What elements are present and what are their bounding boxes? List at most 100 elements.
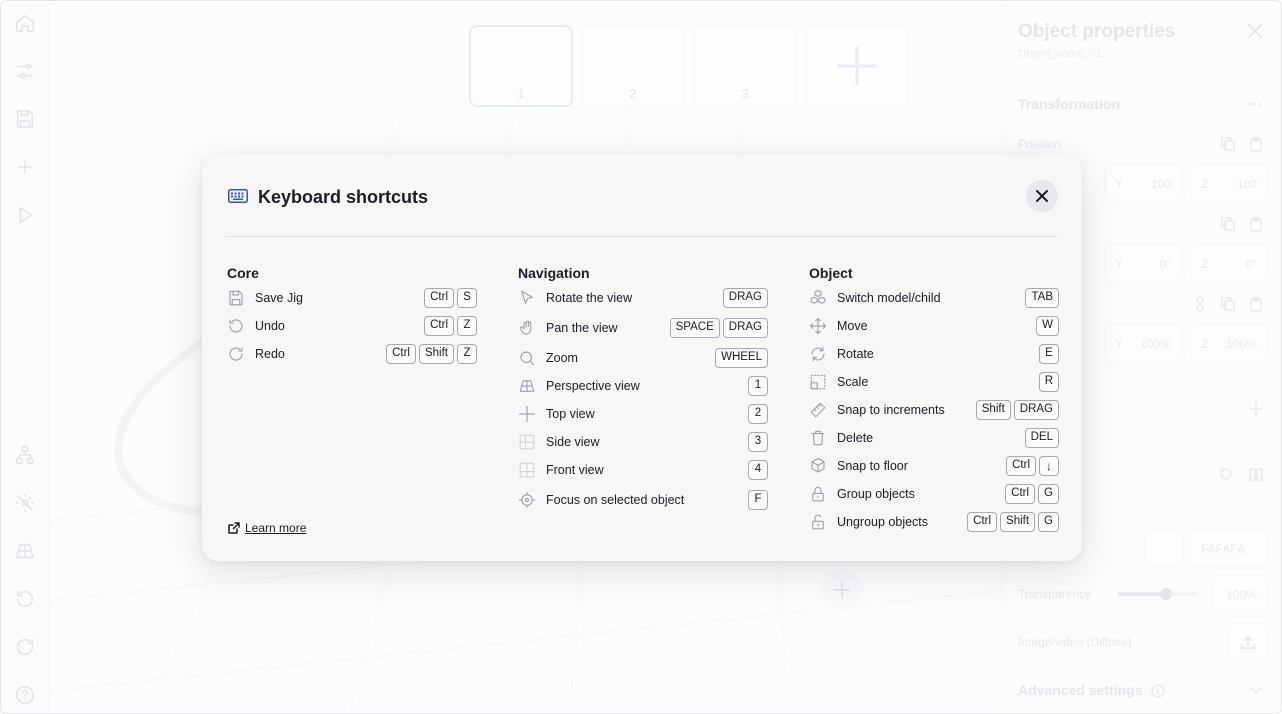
ruler-icon <box>809 401 827 419</box>
shortcut-row: Zoom WHEEL <box>518 347 768 369</box>
shortcut-label: Snap to increments <box>837 403 945 417</box>
key-cap: Z <box>457 316 477 336</box>
shortcut-label: Side view <box>546 435 600 449</box>
key-cap: ↓ <box>1039 456 1059 476</box>
key-combo: 2 <box>748 404 768 424</box>
save-icon <box>227 289 245 307</box>
column-title: Object <box>809 265 853 281</box>
shortcut-row: Rotate the view DRAG <box>518 287 768 309</box>
key-cap: Ctrl <box>386 344 416 364</box>
key-combo: R <box>1038 372 1059 392</box>
shortcut-label: Redo <box>255 347 285 361</box>
shortcut-label: Pan the view <box>546 321 618 335</box>
shortcut-row: Rotate E <box>809 343 1059 365</box>
shortcut-row: Snap to increments Shift DRAG <box>809 399 1059 421</box>
shortcut-label: Perspective view <box>546 379 640 393</box>
key-combo: TAB <box>1025 288 1059 308</box>
key-cap: W <box>1036 316 1059 336</box>
redo-icon <box>227 345 245 363</box>
close-icon <box>1036 190 1048 202</box>
top-view-icon <box>518 405 536 423</box>
key-cap: Ctrl <box>1005 484 1036 504</box>
learn-more-text: Learn more <box>245 521 307 535</box>
key-cap: TAB <box>1025 288 1059 308</box>
keyboard-shortcuts-dialog: Keyboard shortcuts Core Save Jig Ctrl S … <box>202 155 1082 561</box>
shortcut-row: Save Jig Ctrl S <box>227 287 477 309</box>
focus-icon <box>518 491 536 509</box>
keyboard-icon <box>228 189 248 203</box>
dialog-divider <box>226 236 1058 237</box>
key-combo: Ctrl ↓ <box>1006 456 1059 476</box>
key-cap: DRAG <box>722 288 768 308</box>
core-column: Core Save Jig Ctrl S Undo Ctrl Z Redo Ct… <box>227 265 477 364</box>
scale-icon <box>809 373 827 391</box>
key-combo: 4 <box>748 460 768 480</box>
shortcut-label: Zoom <box>546 351 578 365</box>
key-cap: DEL <box>1024 428 1059 448</box>
key-cap: Ctrl <box>424 288 454 308</box>
column-title: Navigation <box>518 265 590 281</box>
front-view-icon <box>518 461 536 479</box>
magnifier-icon <box>518 349 536 367</box>
shortcut-row: Ungroup objects Ctrl Shift G <box>809 511 1059 533</box>
key-cap: Ctrl <box>424 316 454 336</box>
move-icon <box>809 317 827 335</box>
key-combo: 1 <box>748 376 768 396</box>
shortcut-label: Snap to floor <box>837 459 908 473</box>
hand-icon <box>518 319 536 337</box>
key-combo: E <box>1039 344 1059 364</box>
key-combo: DEL <box>1024 428 1059 448</box>
dialog-title: Keyboard shortcuts <box>258 187 429 207</box>
key-cap: G <box>1038 484 1059 504</box>
side-view-icon <box>518 433 536 451</box>
key-cap: G <box>1038 512 1059 532</box>
shortcut-label: Undo <box>255 319 285 333</box>
key-combo: F <box>748 490 768 510</box>
key-combo: Ctrl S <box>424 288 477 308</box>
trash-icon <box>809 429 827 447</box>
shortcut-label: Scale <box>837 375 869 389</box>
key-combo: SPACE DRAG <box>669 318 768 338</box>
shortcut-label: Rotate <box>837 347 874 361</box>
object-column: Object Switch model/child TAB Move W Rot… <box>809 265 1059 532</box>
unlock-icon <box>809 513 827 531</box>
key-cap: Ctrl <box>1006 456 1036 476</box>
key-cap: Shift <box>418 344 454 364</box>
dialog-close-button[interactable] <box>1026 180 1058 212</box>
key-combo: DRAG <box>722 288 768 308</box>
shortcut-label: Rotate the view <box>546 291 633 305</box>
key-combo: Ctrl Z <box>424 316 477 336</box>
key-cap: E <box>1039 344 1059 364</box>
key-combo: Ctrl Shift Z <box>386 344 477 364</box>
shortcut-label: Switch model/child <box>837 291 941 305</box>
shortcut-label: Move <box>837 319 868 333</box>
shortcut-label: Ungroup objects <box>837 515 929 529</box>
learn-more-link[interactable]: Learn more <box>228 521 306 535</box>
shortcut-row: Scale R <box>809 371 1059 393</box>
shortcut-label: Delete <box>837 431 874 445</box>
key-combo: 3 <box>748 432 768 452</box>
column-title: Core <box>227 265 259 281</box>
key-combo: Ctrl Shift G <box>967 512 1059 532</box>
shortcut-label: Focus on selected object <box>546 493 685 507</box>
key-cap: 4 <box>748 460 768 480</box>
key-combo: WHEEL <box>715 348 768 368</box>
shortcut-row: Redo Ctrl Shift Z <box>227 343 477 365</box>
shortcut-row: Switch model/child TAB <box>809 287 1059 309</box>
shortcut-label: Top view <box>546 407 595 421</box>
external-link-icon <box>228 522 240 534</box>
key-cap: Shift <box>975 400 1011 420</box>
key-cap: Ctrl <box>967 512 998 532</box>
app-window: 1 2 3 Object properties Object_name_01 T… <box>0 0 1282 714</box>
shortcut-row: Top view 2 <box>518 403 768 425</box>
cursor-icon <box>518 289 536 307</box>
key-cap: 2 <box>748 404 768 424</box>
undo-icon <box>227 317 245 335</box>
key-cap: 1 <box>748 376 768 396</box>
key-cap: Z <box>457 344 477 364</box>
rotate-icon <box>809 345 827 363</box>
shortcut-row: Side view 3 <box>518 431 768 453</box>
cube-floor-icon <box>809 457 827 475</box>
shortcut-row: Pan the view SPACE DRAG <box>518 317 768 339</box>
key-cap: WHEEL <box>715 348 768 368</box>
